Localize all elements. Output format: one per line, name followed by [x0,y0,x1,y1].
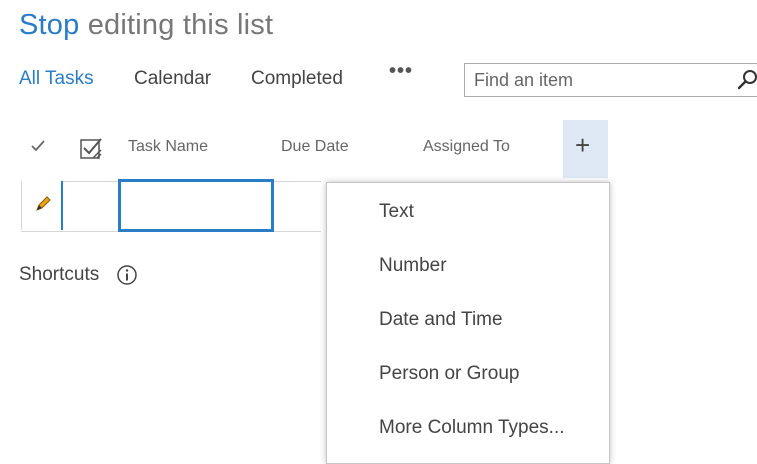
view-calendar[interactable]: Calendar [134,68,211,90]
title-rest: editing this list [79,9,274,41]
menu-item-date-and-time[interactable]: Date and Time [379,309,503,331]
column-header-due-date[interactable]: Due Date [281,138,349,156]
title-stop-link[interactable]: Stop [19,9,79,41]
menu-item-number[interactable]: Number [379,255,447,277]
task-name-input[interactable] [118,179,274,232]
plus-icon: + [575,130,591,160]
menu-item-person-or-group[interactable]: Person or Group [379,363,519,385]
view-all-tasks[interactable]: All Tasks [19,68,94,90]
add-column-button[interactable]: + [563,120,608,178]
edit-cell[interactable] [21,181,63,230]
view-completed[interactable]: Completed [251,68,343,90]
select-all-checkbox[interactable] [79,136,105,162]
info-icon[interactable] [116,264,138,286]
more-views-button[interactable]: ••• [389,60,413,83]
page-title[interactable]: Stop editing this list [19,9,273,42]
column-header-task-name[interactable]: Task Name [128,138,208,156]
shortcuts-label: Shortcuts [19,264,100,285]
search-icon[interactable] [736,68,757,92]
search-input[interactable] [465,64,734,96]
menu-item-more-column-types[interactable]: More Column Types... [379,417,565,439]
pencil-icon [36,196,51,211]
checkmark-icon [31,140,45,152]
search-box [464,63,757,97]
column-type-menu: Text Number Date and Time Person or Grou… [326,182,610,464]
menu-item-text[interactable]: Text [379,201,414,223]
column-header-assigned-to[interactable]: Assigned To [423,138,510,156]
